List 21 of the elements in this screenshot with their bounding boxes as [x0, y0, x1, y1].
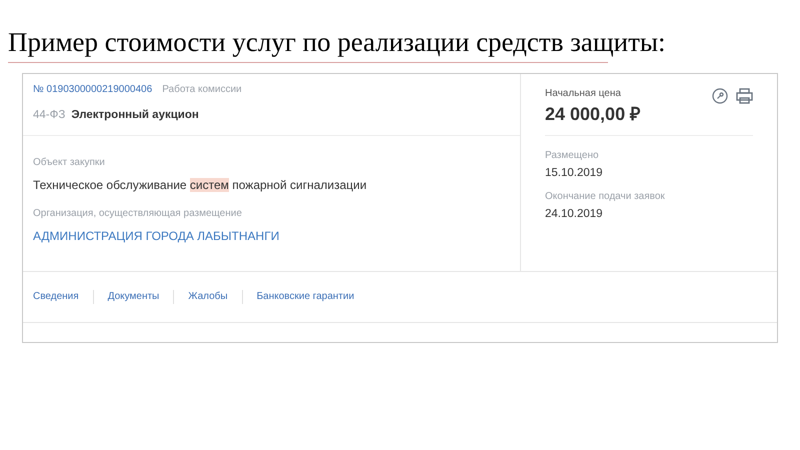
- date-label: Окончание подачи заявок: [545, 190, 666, 204]
- date-label: Размещено: [545, 149, 600, 163]
- date-value: 15.10.2019: [545, 166, 604, 181]
- key-icon[interactable]: [712, 88, 728, 104]
- tab-link[interactable]: Банковские гарантии: [256, 290, 354, 304]
- date-value: 24.10.2019: [545, 207, 604, 222]
- print-icon[interactable]: [736, 88, 753, 104]
- tender-number[interactable]: № 0190300000219000406: [33, 83, 152, 97]
- organization-link[interactable]: АДМИНИСТРАЦИЯ ГОРОДА ЛАБЫТНАНГИ: [33, 228, 280, 244]
- price-label: Начальная цена: [545, 87, 622, 101]
- tender-stage: Работа комиссии: [162, 83, 242, 97]
- subject-label: Объект закупки: [33, 156, 106, 170]
- law-label: 44-ФЗ: [33, 108, 66, 123]
- organization-label: Организация, осуществляющая размещение: [33, 207, 243, 221]
- price-value: 24 000,00 ₽: [545, 103, 640, 125]
- tab-link[interactable]: Документы: [108, 290, 160, 304]
- tab-link[interactable]: Сведения: [33, 290, 79, 304]
- subject-text: Техническое обслуживание систем пожарной сигнализации: [33, 177, 367, 193]
- slide-title: Пример стоимости услуг по реализации средств защиты:: [8, 26, 666, 58]
- procurement-method: Электронный аукцион: [71, 108, 199, 123]
- tab-link[interactable]: Жалобы: [188, 290, 228, 304]
